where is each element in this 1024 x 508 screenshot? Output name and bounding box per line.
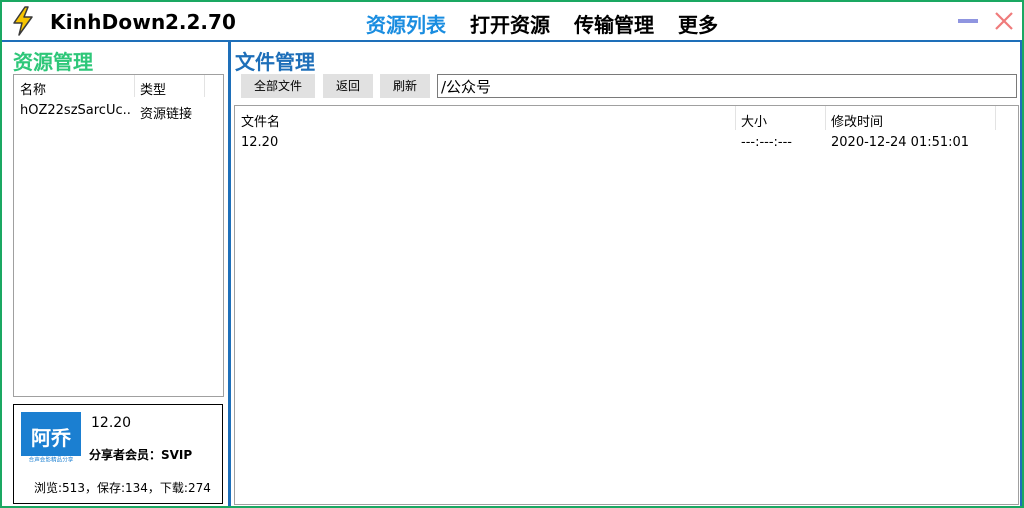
title-bar: KinhDown 2.2.70 资源列表 打开资源 传输管理 更多 [2, 2, 1022, 40]
column-divider[interactable] [204, 75, 205, 97]
column-header-modified[interactable]: 修改时间 [831, 111, 883, 130]
column-header-name[interactable]: 名称 [20, 79, 46, 98]
resource-panel-title: 资源管理 [13, 50, 93, 74]
resource-name: hOZ22szSarcUc... [20, 103, 132, 118]
share-name: 12.20 [91, 415, 132, 431]
app-version: 2.2.70 [165, 10, 236, 34]
refresh-button[interactable]: 刷新 [380, 74, 430, 98]
resource-table: 名称 类型 hOZ22szSarcUc... 资源链接 [13, 74, 224, 397]
file-row[interactable]: 12.20 ---:---:--- 2020-12-24 01:51:01 [235, 133, 1018, 153]
column-header-size[interactable]: 大小 [741, 111, 767, 130]
column-header-filename[interactable]: 文件名 [241, 111, 280, 130]
panel-divider [228, 42, 231, 506]
minimize-icon[interactable] [955, 8, 981, 34]
share-info-box: 阿乔 合声会影精品分享 12.20 分享者会员：SVIP 浏览:513，保存:1… [13, 404, 223, 504]
all-files-button[interactable]: 全部文件 [241, 74, 315, 98]
resource-panel: 资源管理 名称 类型 hOZ22szSarcUc... 资源链接 阿乔 合声会影… [2, 42, 226, 506]
column-divider[interactable] [995, 106, 996, 130]
app-name: KinhDown [50, 10, 166, 34]
resource-row[interactable]: hOZ22szSarcUc... 资源链接 [14, 103, 223, 123]
column-header-type[interactable]: 类型 [140, 79, 166, 98]
path-field[interactable]: /公众号 [437, 74, 1017, 98]
nav-more[interactable]: 更多 [678, 9, 718, 38]
lightning-logo-icon [8, 5, 38, 37]
avatar: 阿乔 合声会影精品分享 [21, 412, 81, 466]
column-divider[interactable] [134, 75, 135, 97]
resource-table-header: 名称 类型 [14, 75, 223, 98]
file-table-header: 文件名 大小 修改时间 [235, 106, 1018, 130]
file-name: 12.20 [241, 135, 279, 150]
nav-transfer-manager[interactable]: 传输管理 [574, 9, 654, 38]
column-divider[interactable] [735, 106, 736, 130]
back-button[interactable]: 返回 [323, 74, 373, 98]
resource-type: 资源链接 [140, 107, 193, 122]
share-member-level: 分享者会员：SVIP [89, 448, 193, 462]
nav-resource-list[interactable]: 资源列表 [366, 9, 446, 38]
avatar-subtext: 合声会影精品分享 [28, 456, 74, 464]
file-modified: 2020-12-24 01:51:01 [831, 135, 970, 150]
share-stats: 浏览:513，保存:134，下载:274 [34, 481, 211, 495]
file-table: 文件名 大小 修改时间 12.20 ---:---:--- 2020-12-24… [234, 105, 1019, 505]
right-border [1020, 42, 1022, 506]
file-size: ---:---:--- [741, 135, 792, 150]
file-panel-title: 文件管理 [235, 50, 315, 74]
column-divider[interactable] [825, 106, 826, 130]
close-icon[interactable] [991, 8, 1017, 34]
avatar-text: 阿乔 [31, 426, 71, 450]
nav-open-resource[interactable]: 打开资源 [470, 9, 550, 38]
